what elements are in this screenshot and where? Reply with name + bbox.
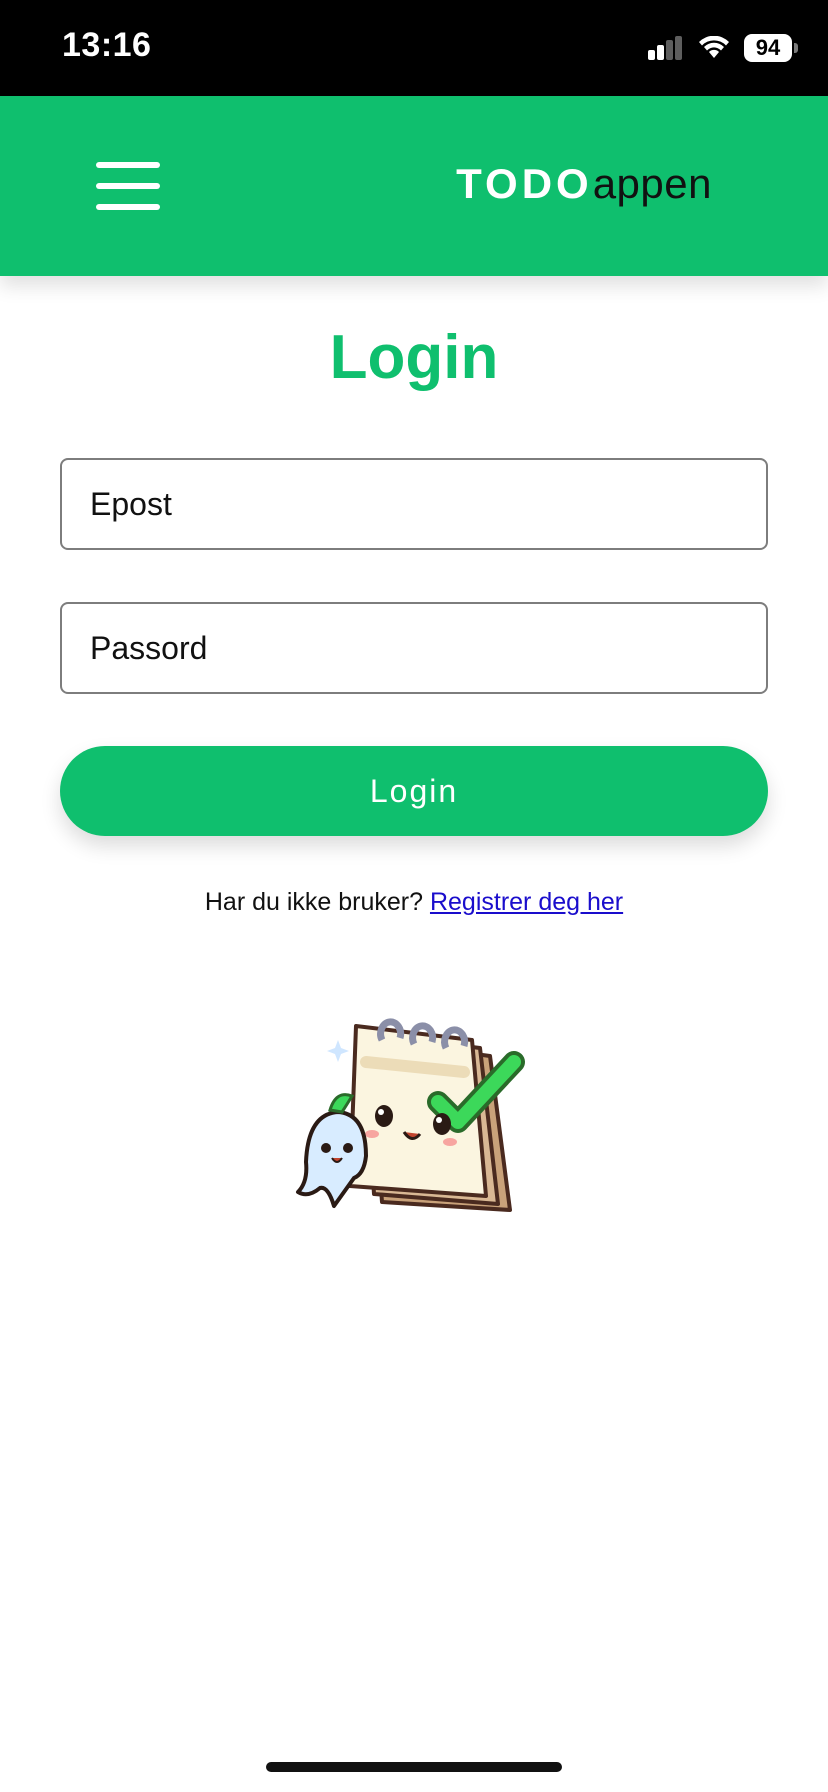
register-prompt-text: Har du ikke bruker? (204, 888, 424, 916)
notepad-mascot-illustration (296, 1018, 525, 1212)
blush (365, 1130, 379, 1138)
sparkle-icon (327, 1040, 349, 1062)
notepad-eye-right (433, 1113, 451, 1135)
status-icons: 94 (648, 34, 798, 62)
signal-icon (648, 36, 682, 60)
notepad-eye-left (375, 1105, 393, 1127)
battery-icon: 94 (744, 34, 798, 62)
home-indicator[interactable] (266, 1762, 562, 1772)
menu-line (96, 183, 160, 189)
register-link[interactable]: Registrer deg her (430, 888, 623, 916)
eye-shine (378, 1109, 384, 1115)
eye-shine (436, 1117, 442, 1123)
menu-line (96, 204, 160, 210)
email-field[interactable] (60, 458, 768, 550)
ghost-mouth (331, 1157, 343, 1163)
status-time: 13:16 (62, 26, 152, 64)
leaf-icon (328, 1093, 355, 1114)
battery-level: 94 (744, 34, 792, 62)
app-header: TODOappen (0, 96, 828, 276)
brand-logo[interactable]: TODOappen (456, 158, 712, 210)
page-title: Login (329, 323, 499, 392)
register-prompt: Har du ikke bruker? Registrer deg her (0, 888, 828, 917)
password-field[interactable] (60, 602, 768, 694)
menu-line (96, 162, 160, 168)
ghost-eye (343, 1143, 353, 1153)
battery-cap (794, 43, 798, 53)
hamburger-menu-icon[interactable] (90, 158, 162, 214)
wifi-icon (699, 36, 729, 58)
blush (443, 1138, 457, 1146)
login-button[interactable]: Login (60, 746, 768, 836)
brand-bold: TODO (456, 160, 593, 207)
brand-light: appen (592, 160, 712, 207)
ghost-eye (321, 1143, 331, 1153)
status-bar: 13:16 94 (0, 0, 828, 96)
